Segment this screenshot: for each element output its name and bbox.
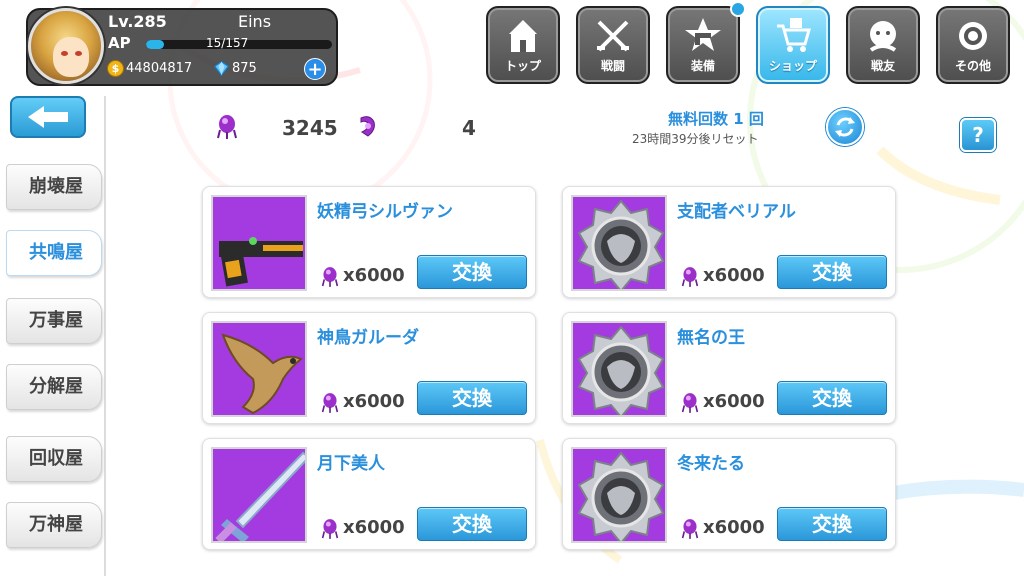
item-name: 支配者ベリアル <box>677 202 796 222</box>
item-thumbnail-gun[interactable] <box>211 195 307 291</box>
settings-icon <box>959 22 987 50</box>
nav-tab-1[interactable]: 戦闘 <box>576 6 650 84</box>
crystal-cost-icon <box>321 393 339 413</box>
gem-amount: 875 <box>232 61 257 76</box>
crystal-cost-icon <box>681 267 699 287</box>
item-cost: x6000 <box>703 265 765 286</box>
player-level: Lv.285 <box>108 12 167 31</box>
castle-icon <box>509 20 537 52</box>
sidebar-item-2[interactable]: 万事屋 <box>6 298 102 344</box>
nav-tab-0[interactable]: トップ <box>486 6 560 84</box>
exchange-button[interactable]: 交換 <box>777 381 887 415</box>
reset-timer: 23時間39分後リセット <box>632 132 759 146</box>
refresh-icon <box>835 117 855 137</box>
item-card: 神鳥ガルーダ x6000 交換 <box>202 312 536 424</box>
item-cost: x6000 <box>703 391 765 412</box>
nav-tab-label: ショップ <box>768 59 817 73</box>
sidebar-item-1[interactable]: 共鳴屋 <box>6 230 102 276</box>
refresh-button[interactable] <box>826 108 864 146</box>
exchange-button[interactable]: 交換 <box>777 255 887 289</box>
sidebar-item-0[interactable]: 崩壊屋 <box>6 164 102 210</box>
sidebar-item-3[interactable]: 分解屋 <box>6 364 102 410</box>
item-thumbnail-emblem[interactable] <box>571 447 667 543</box>
notification-dot <box>730 1 746 17</box>
item-cost: x6000 <box>343 391 405 412</box>
item-cost: x6000 <box>343 517 405 538</box>
item-name: 神鳥ガルーダ <box>317 328 419 348</box>
nav-tab-label: 戦友 <box>870 59 895 73</box>
item-name: 月下美人 <box>317 454 385 474</box>
back-button[interactable] <box>10 96 86 138</box>
crystal-cost-icon <box>681 519 699 539</box>
help-button[interactable]: ? <box>960 118 996 152</box>
item-name: 冬来たる <box>677 454 745 474</box>
ap-label: AP <box>108 34 131 52</box>
item-cost: x6000 <box>703 517 765 538</box>
nav-tab-5[interactable]: その他 <box>936 6 1010 84</box>
item-cost: x6000 <box>343 265 405 286</box>
item-thumbnail-emblem[interactable] <box>571 195 667 291</box>
nav-tab-4[interactable]: 戦友 <box>846 6 920 84</box>
item-card: 月下美人 x6000 交換 <box>202 438 536 550</box>
sidebar-item-5[interactable]: 万神屋 <box>6 502 102 548</box>
sidebar-item-4[interactable]: 回収屋 <box>6 436 102 482</box>
item-name: 無名の王 <box>677 328 745 348</box>
item-thumbnail-emblem[interactable] <box>571 321 667 417</box>
item-thumbnail-sword[interactable] <box>211 447 307 543</box>
add-currency-button[interactable]: + <box>304 58 326 80</box>
back-arrow-icon <box>28 106 68 128</box>
nav-tab-label: その他 <box>954 59 991 73</box>
player-avatar[interactable] <box>28 8 104 84</box>
exchange-button[interactable]: 交換 <box>417 381 527 415</box>
coin-icon: $ <box>107 60 124 77</box>
crystal-cost-icon <box>321 519 339 539</box>
crossed-swords-icon <box>597 20 629 52</box>
nav-tab-label: 装備 <box>690 59 715 73</box>
nav-tab-label: 戦闘 <box>600 59 625 73</box>
crystal-count: 3245 <box>282 116 338 140</box>
nav-tab-2[interactable]: 装備 <box>666 6 740 84</box>
gun-star-icon <box>685 18 721 51</box>
player-name: Eins <box>238 12 272 31</box>
gem-icon <box>214 61 229 76</box>
crystal-currency-icon <box>217 115 237 139</box>
item-card: 冬来たる x6000 交換 <box>562 438 896 550</box>
token-currency-icon <box>360 116 375 137</box>
friend-icon <box>869 21 897 52</box>
item-card: 無名の王 x6000 交換 <box>562 312 896 424</box>
item-name: 妖精弓シルヴァン <box>317 202 453 222</box>
token-count: 4 <box>462 116 476 140</box>
gold-amount: 44804817 <box>126 61 193 76</box>
exchange-button[interactable]: 交換 <box>417 507 527 541</box>
item-thumbnail-bird[interactable] <box>211 321 307 417</box>
shop-cart-icon <box>777 18 811 52</box>
nav-tab-label: トップ <box>504 59 541 73</box>
item-card: 支配者ベリアル x6000 交換 <box>562 186 896 298</box>
sidebar-divider <box>104 96 106 576</box>
crystal-cost-icon <box>681 393 699 413</box>
ap-value: 15/157 <box>206 36 249 50</box>
crystal-cost-icon <box>321 267 339 287</box>
exchange-button[interactable]: 交換 <box>417 255 527 289</box>
free-count: 無料回数 1 回 <box>668 110 764 128</box>
exchange-button[interactable]: 交換 <box>777 507 887 541</box>
item-card: 妖精弓シルヴァン x6000 交換 <box>202 186 536 298</box>
nav-tab-3[interactable]: ショップ <box>756 6 830 84</box>
